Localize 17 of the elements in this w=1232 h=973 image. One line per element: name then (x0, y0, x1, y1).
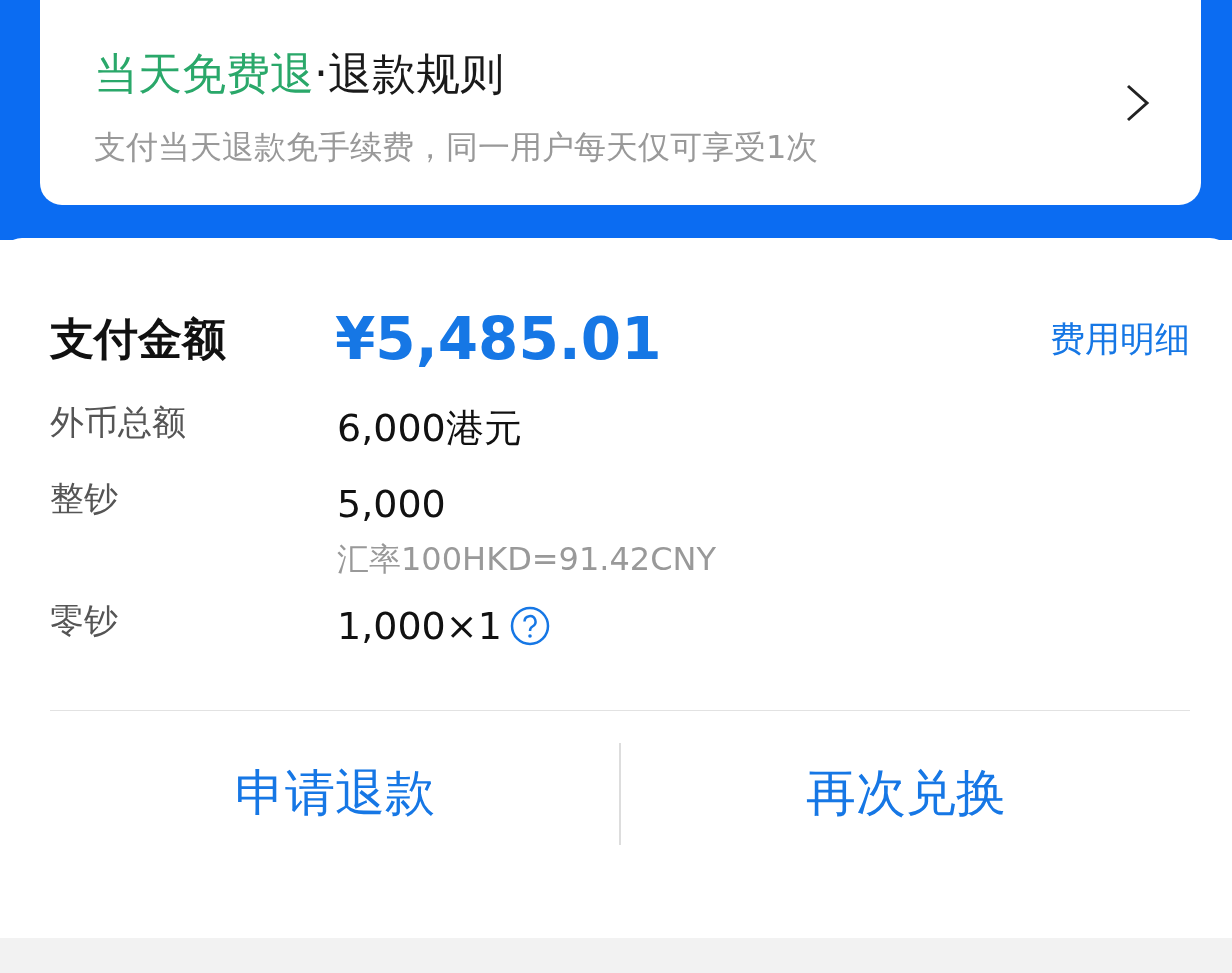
row-label: 外币总额 (50, 401, 187, 444)
chevron-right-icon (1125, 82, 1151, 123)
row-value: 6,000港元 (337, 405, 522, 452)
action-button[interactable]: 申请退款 (50, 750, 619, 837)
row-label: 整钞 (50, 477, 119, 520)
refund-rule-description: 支付当天退款免手续费，同一用户每天仅可享受1次 (94, 127, 819, 168)
payment-amount: ¥5,485.01 (335, 305, 663, 373)
refund-rule-card[interactable]: 当天免费退·退款规则 支付当天退款免手续费，同一用户每天仅可享受1次 (40, 0, 1201, 205)
exchange-rate-note: 汇率100HKD=91.42CNY (337, 539, 716, 580)
row-value: 1,000×1 (337, 603, 502, 650)
help-icon[interactable] (509, 606, 550, 646)
action-button[interactable]: 再次兑换 (621, 750, 1190, 837)
payment-label: 支付金额 (50, 311, 227, 366)
refund-rule-title: 当天免费退·退款规则 (94, 47, 505, 101)
row-value: 5,000 (337, 481, 446, 528)
row-label: 零钞 (50, 599, 119, 642)
fee-details-link[interactable]: 费用明细 (1050, 315, 1190, 363)
